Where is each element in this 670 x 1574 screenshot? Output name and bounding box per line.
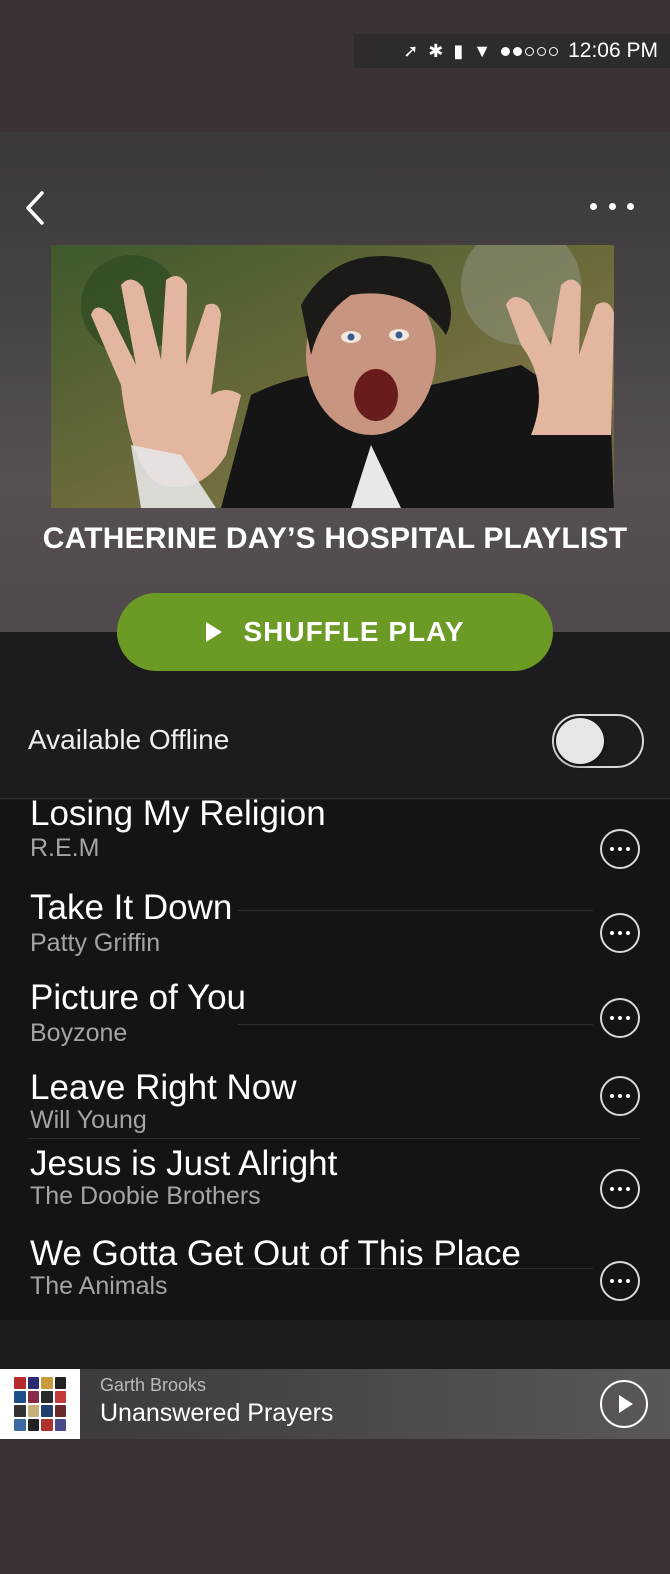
album-art (0, 1369, 80, 1439)
track-row[interactable]: We Gotta Get Out of This Place The Anima… (0, 1234, 670, 1318)
back-button[interactable] (20, 188, 50, 228)
wifi-icon: ▼ (473, 40, 492, 61)
track-title: Picture of You (30, 978, 246, 1017)
track-title: Jesus is Just Alright (30, 1144, 338, 1183)
track-list: Losing My Religion R.E.M Take It Down Pa… (0, 794, 670, 1320)
track-artist: Patty Griffin (30, 929, 161, 957)
toggle-knob (556, 718, 604, 764)
track-row[interactable]: Take It Down Patty Griffin (0, 888, 670, 980)
available-offline-row: Available Offline (0, 700, 670, 790)
battery-icon: ▮ (453, 40, 464, 61)
track-title: We Gotta Get Out of This Place (30, 1234, 521, 1273)
track-title: Leave Right Now (30, 1068, 297, 1107)
now-playing-title: Unanswered Prayers (100, 1399, 334, 1427)
status-time: 12:06 PM (568, 39, 658, 62)
playlist-cover-image (51, 245, 614, 508)
more-horizontal-icon (610, 1016, 614, 1020)
more-horizontal-icon (610, 1279, 614, 1283)
shuffle-play-button[interactable]: SHUFFLE PLAY (117, 593, 553, 671)
track-artist: The Doobie Brothers (30, 1182, 261, 1210)
play-icon (205, 622, 222, 642)
now-playing-play-button[interactable] (600, 1380, 648, 1428)
more-horizontal-icon (590, 202, 597, 210)
track-title: Losing My Religion (30, 794, 326, 833)
track-title: Take It Down (30, 888, 233, 927)
track-row[interactable]: Losing My Religion R.E.M (0, 794, 670, 900)
track-more-button[interactable] (600, 1076, 640, 1116)
status-bar: ➚ ✱ ▮ ▼ 12:06 PM (354, 34, 670, 68)
more-horizontal-icon (610, 1094, 614, 1098)
track-more-button[interactable] (600, 913, 640, 953)
playlist-title: CATHERINE DAY’S HOSPITAL PLAYLIST (42, 522, 628, 555)
more-horizontal-icon (610, 847, 614, 851)
bluetooth-icon: ✱ (428, 40, 444, 61)
track-more-button[interactable] (600, 998, 640, 1038)
now-playing-artist: Garth Brooks (100, 1375, 207, 1395)
now-playing-bar[interactable]: Garth Brooks Unanswered Prayers (0, 1369, 670, 1439)
location-arrow-icon: ➚ (403, 40, 419, 61)
available-offline-toggle[interactable] (552, 714, 644, 768)
track-artist: Will Young (30, 1106, 147, 1134)
shuffle-play-label: SHUFFLE PLAY (243, 616, 465, 647)
track-artist: Boyzone (30, 1019, 128, 1047)
track-more-button[interactable] (600, 829, 640, 869)
track-more-button[interactable] (600, 1261, 640, 1301)
signal-strength-icon (501, 46, 559, 56)
track-artist: The Animals (30, 1272, 168, 1300)
more-horizontal-icon (610, 1187, 614, 1191)
track-row[interactable]: Jesus is Just Alright The Doobie Brother… (0, 1144, 670, 1234)
more-options-button[interactable] (590, 192, 634, 220)
play-circle-icon (619, 1395, 633, 1413)
more-horizontal-icon (610, 931, 614, 935)
track-row[interactable]: Leave Right Now Will Young (0, 1068, 670, 1150)
chevron-left-icon (26, 191, 44, 225)
track-artist: R.E.M (30, 834, 100, 862)
track-row[interactable]: Picture of You Boyzone (0, 978, 670, 1070)
track-more-button[interactable] (600, 1169, 640, 1209)
available-offline-label: Available Offline (28, 724, 230, 755)
